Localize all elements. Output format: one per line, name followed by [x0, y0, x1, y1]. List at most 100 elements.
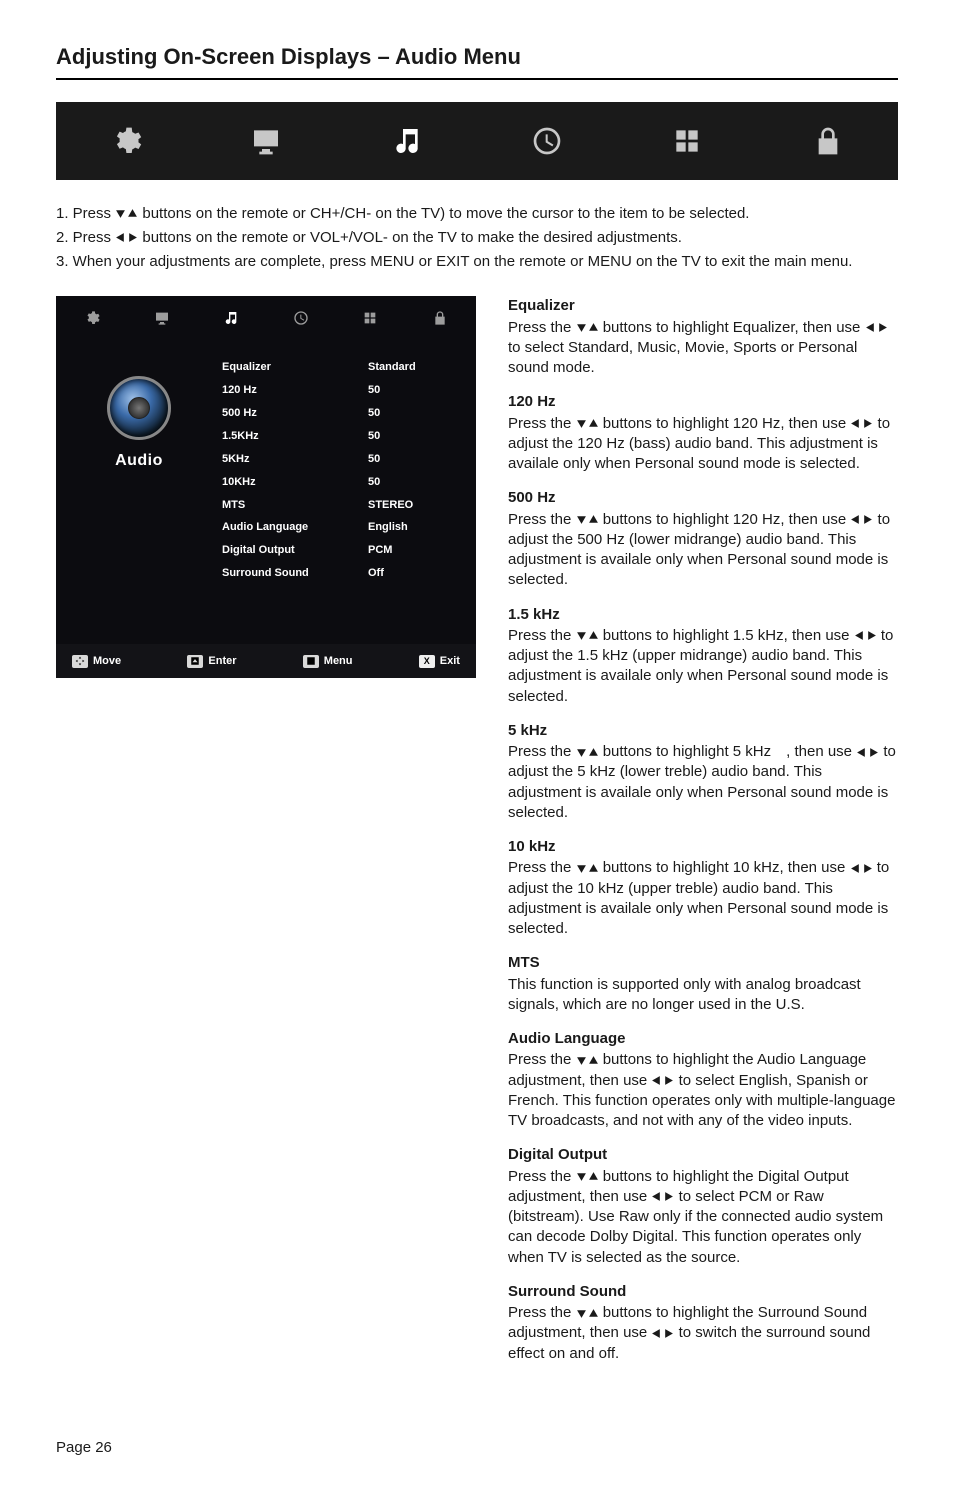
- section: 120 HzPress the buttons to highlight 120…: [508, 392, 898, 474]
- osd-footer: Move Enter Menu XExit: [56, 644, 476, 679]
- osd-row-value: STEREO: [368, 498, 448, 513]
- grid-icon: [669, 123, 705, 159]
- down-up-arrows-icon: [576, 514, 599, 525]
- section-title: 10 kHz: [508, 837, 898, 857]
- step-1: 1. Press buttons on the remote or CH+/CH…: [56, 204, 898, 224]
- section: Surround SoundPress the buttons to highl…: [508, 1282, 898, 1364]
- section: 5 kHzPress the buttons to highlight 5 kH…: [508, 721, 898, 823]
- osd-screenshot: Audio EqualizerStandard120 Hz50500 Hz501…: [56, 296, 476, 678]
- x-key-icon: X: [419, 655, 435, 668]
- section: MTSThis function is supported only with …: [508, 953, 898, 1015]
- descriptions-column: EqualizerPress the buttons to highlight …: [508, 296, 898, 1378]
- osd-category-label: Audio: [84, 450, 194, 472]
- osd-row: 10KHz 50: [222, 471, 448, 494]
- osd-row-value: 50: [368, 475, 448, 490]
- page-footer: Page 26: [56, 1438, 898, 1458]
- section-title: 500 Hz: [508, 488, 898, 508]
- section: EqualizerPress the buttons to highlight …: [508, 296, 898, 378]
- osd-menu-hint: Menu: [303, 654, 353, 669]
- osd-row: MTS STEREO: [222, 494, 448, 517]
- osd-row-label: 5KHz: [222, 452, 250, 467]
- section: Digital OutputPress the buttons to highl…: [508, 1145, 898, 1268]
- osd-row-label: 1.5KHz: [222, 429, 259, 444]
- left-right-arrows-icon: [850, 514, 873, 525]
- osd-row-value: 50: [368, 452, 448, 467]
- section-body: Press the buttons to highlight 1.5 kHz, …: [508, 626, 898, 707]
- osd-row-label: MTS: [222, 498, 245, 513]
- osd-lock-icon: [432, 310, 448, 326]
- down-up-arrows-icon: [576, 418, 599, 429]
- section-body: Press the buttons to highlight 120 Hz, t…: [508, 414, 898, 475]
- down-up-arrows-icon: [576, 747, 599, 758]
- osd-row: Digital Output PCM: [222, 539, 448, 562]
- down-up-arrows-icon: [576, 322, 599, 333]
- osd-move-hint: Move: [72, 654, 121, 669]
- arrows4-icon: [72, 655, 88, 668]
- osd-row-value: 50: [368, 429, 448, 444]
- step-2: 2. Press buttons on the remote or VOL+/V…: [56, 228, 898, 248]
- left-right-arrows-icon: [651, 1328, 674, 1339]
- osd-exit-hint: XExit: [419, 654, 460, 669]
- section: 1.5 kHzPress the buttons to highlight 1.…: [508, 605, 898, 707]
- section-body: Press the buttons to highlight Equalizer…: [508, 318, 898, 379]
- down-up-arrows-icon: [576, 863, 599, 874]
- osd-grid-icon: [362, 310, 378, 326]
- step-3: 3. When your adjustments are complete, p…: [56, 252, 898, 272]
- osd-row-label: Surround Sound: [222, 566, 309, 581]
- down-up-arrows-icon: [115, 208, 138, 219]
- settings-icon: [108, 123, 144, 159]
- down-up-arrows-icon: [576, 1171, 599, 1182]
- section-title: 120 Hz: [508, 392, 898, 412]
- section-body: Press the buttons to highlight the Surro…: [508, 1303, 898, 1364]
- osd-row-label: Digital Output: [222, 543, 295, 558]
- osd-row: Audio Language English: [222, 516, 448, 539]
- osd-row-label: 500 Hz: [222, 406, 257, 421]
- osd-row-value: PCM: [368, 543, 448, 558]
- osd-row: EqualizerStandard: [222, 356, 448, 379]
- section: 10 kHzPress the buttons to highlight 10 …: [508, 837, 898, 939]
- osd-row-label: Equalizer: [222, 360, 271, 375]
- section-title: 5 kHz: [508, 721, 898, 741]
- osd-row: Surround Sound Off: [222, 562, 448, 585]
- monitor-icon: [248, 123, 284, 159]
- osd-settings-icon: [84, 310, 100, 326]
- section-body: Press the buttons to highlight 120 Hz, t…: [508, 510, 898, 591]
- osd-row-value: English: [368, 520, 448, 535]
- down-up-arrows-icon: [576, 1308, 599, 1319]
- left-right-arrows-icon: [651, 1075, 674, 1086]
- osd-row-label: 10KHz: [222, 475, 256, 490]
- section-title: MTS: [508, 953, 898, 973]
- osd-row-value: 50: [368, 383, 448, 398]
- section-body: Press the buttons to highlight 10 kHz, t…: [508, 858, 898, 939]
- section-body: Press the buttons to highlight the Audio…: [508, 1050, 898, 1131]
- left-right-arrows-icon: [651, 1191, 674, 1202]
- music-icon: [389, 123, 425, 159]
- left-right-arrows-icon: [856, 747, 879, 758]
- section-title: Surround Sound: [508, 1282, 898, 1302]
- section: Audio LanguagePress the buttons to highl…: [508, 1029, 898, 1131]
- osd-row: 120 Hz 50: [222, 379, 448, 402]
- section-title: Equalizer: [508, 296, 898, 316]
- osd-music-icon: [223, 310, 239, 326]
- osd-row-label: Audio Language: [222, 520, 308, 535]
- section-body: Press the buttons to highlight 5 kHz , t…: [508, 742, 898, 823]
- left-right-arrows-icon: [850, 863, 873, 874]
- clock-icon: [529, 123, 565, 159]
- section-body: This function is supported only with ana…: [508, 975, 898, 1016]
- page-title: Adjusting On-Screen Displays – Audio Men…: [56, 42, 898, 80]
- osd-clock-icon: [293, 310, 309, 326]
- osd-monitor-icon: [154, 310, 170, 326]
- section-body: Press the buttons to highlight the Digit…: [508, 1167, 898, 1268]
- osd-row-value: Off: [368, 566, 448, 581]
- osd-row-label: 120 Hz: [222, 383, 257, 398]
- left-right-arrows-icon: [854, 630, 877, 641]
- left-right-arrows-icon: [850, 418, 873, 429]
- osd-row: 500 Hz50: [222, 402, 448, 425]
- section-title: 1.5 kHz: [508, 605, 898, 625]
- instruction-steps: 1. Press buttons on the remote or CH+/CH…: [56, 204, 898, 273]
- osd-row: 1.5KHz 50: [222, 425, 448, 448]
- top-menu-strip: [56, 102, 898, 180]
- section: 500 HzPress the buttons to highlight 120…: [508, 488, 898, 590]
- back-key-icon: [303, 655, 319, 668]
- down-up-arrows-icon: [576, 630, 599, 641]
